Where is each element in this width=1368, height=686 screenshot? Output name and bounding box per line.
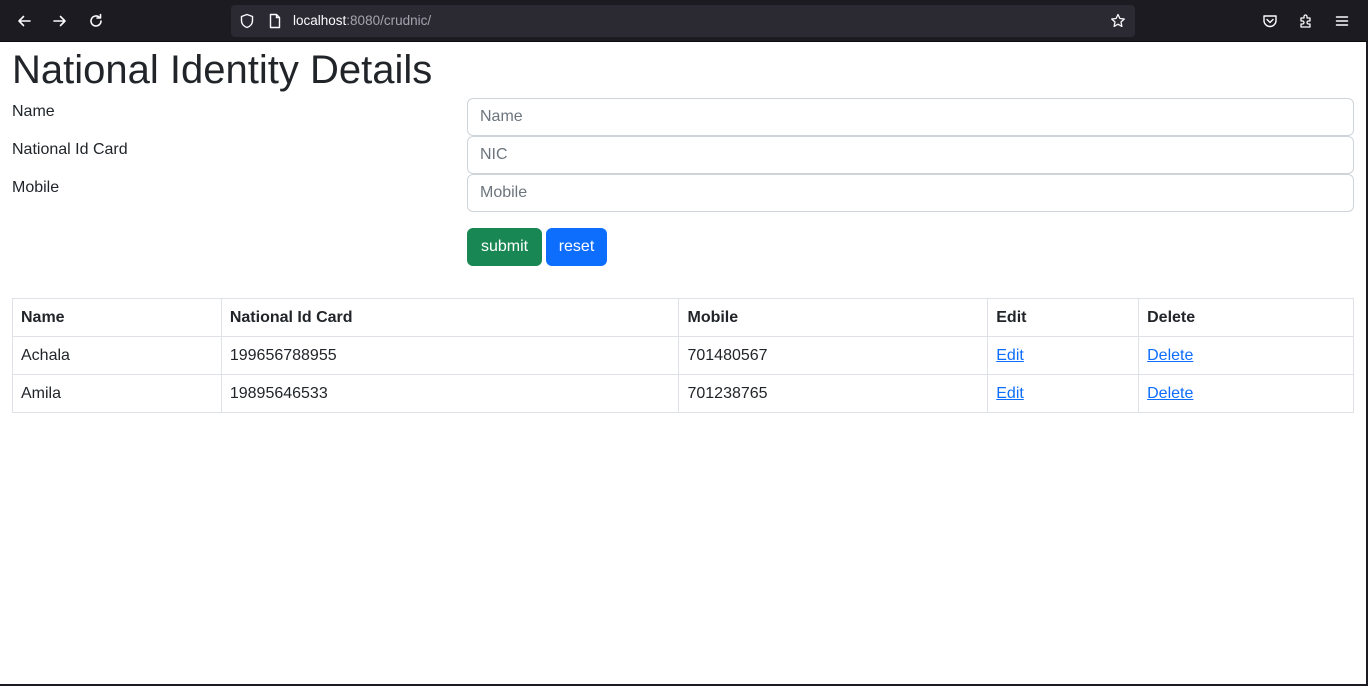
back-arrow-icon bbox=[18, 15, 31, 27]
bookmark-star-icon[interactable] bbox=[1110, 13, 1126, 29]
page-title: National Identity Details bbox=[12, 48, 433, 92]
cell-nic: 199656788955 bbox=[220, 336, 680, 375]
cell-edit: Edit bbox=[987, 336, 1140, 375]
edit-link[interactable]: Edit bbox=[996, 347, 1024, 364]
header-nic: National Id Card bbox=[220, 298, 680, 337]
url-host: localhost bbox=[293, 13, 347, 28]
nic-label: National Id Card bbox=[12, 141, 128, 158]
delete-link[interactable]: Delete bbox=[1147, 347, 1193, 364]
header-edit: Edit bbox=[987, 298, 1140, 337]
hamburger-menu-icon bbox=[1335, 16, 1349, 26]
mobile-input[interactable] bbox=[467, 174, 1354, 212]
records-table: Name National Id Card Mobile Edit Delete… bbox=[12, 298, 1354, 413]
page-icon[interactable] bbox=[267, 13, 283, 29]
url-path: :8080/crudnic/ bbox=[346, 13, 432, 28]
table-header-row: Name National Id Card Mobile Edit Delete bbox=[12, 298, 1354, 337]
cell-delete: Delete bbox=[1138, 336, 1354, 375]
cell-name: Achala bbox=[12, 336, 222, 375]
cell-nic: 19895646533 bbox=[220, 374, 680, 413]
cell-delete: Delete bbox=[1138, 374, 1354, 413]
header-name: Name bbox=[12, 298, 222, 337]
extensions-button[interactable] bbox=[1290, 5, 1322, 37]
cell-mobile: 701480567 bbox=[678, 336, 989, 375]
shield-icon[interactable] bbox=[239, 13, 255, 29]
reload-button[interactable] bbox=[80, 5, 112, 37]
forward-button[interactable] bbox=[44, 5, 76, 37]
submit-button[interactable]: submit bbox=[467, 228, 542, 266]
url-bar[interactable]: localhost:8080/crudnic/ bbox=[231, 5, 1135, 37]
pocket-button[interactable] bbox=[1254, 5, 1286, 37]
header-delete: Delete bbox=[1138, 298, 1354, 337]
name-label: Name bbox=[12, 103, 55, 120]
url-text[interactable]: localhost:8080/crudnic/ bbox=[293, 13, 431, 29]
puzzle-icon bbox=[1300, 14, 1311, 28]
cell-mobile: 701238765 bbox=[678, 374, 989, 413]
forward-arrow-icon bbox=[53, 15, 66, 27]
delete-link[interactable]: Delete bbox=[1147, 385, 1193, 402]
cell-name: Amila bbox=[12, 374, 222, 413]
edit-link[interactable]: Edit bbox=[996, 385, 1024, 402]
reload-icon bbox=[90, 13, 102, 27]
pocket-icon bbox=[1263, 15, 1277, 28]
browser-toolbar: localhost:8080/crudnic/ bbox=[0, 0, 1368, 42]
header-mobile: Mobile bbox=[678, 298, 989, 337]
back-button[interactable] bbox=[8, 5, 40, 37]
nic-input[interactable] bbox=[467, 136, 1354, 174]
name-input[interactable] bbox=[467, 98, 1354, 136]
table-row: Amila 19895646533 701238765 Edit Delete bbox=[12, 374, 1354, 413]
cell-edit: Edit bbox=[987, 374, 1140, 413]
menu-button[interactable] bbox=[1326, 5, 1358, 37]
table-row: Achala 199656788955 701480567 Edit Delet… bbox=[12, 336, 1354, 375]
page-content: National Identity Details Name National … bbox=[0, 42, 1366, 686]
mobile-label: Mobile bbox=[12, 179, 60, 196]
reset-button[interactable]: reset bbox=[546, 228, 607, 266]
